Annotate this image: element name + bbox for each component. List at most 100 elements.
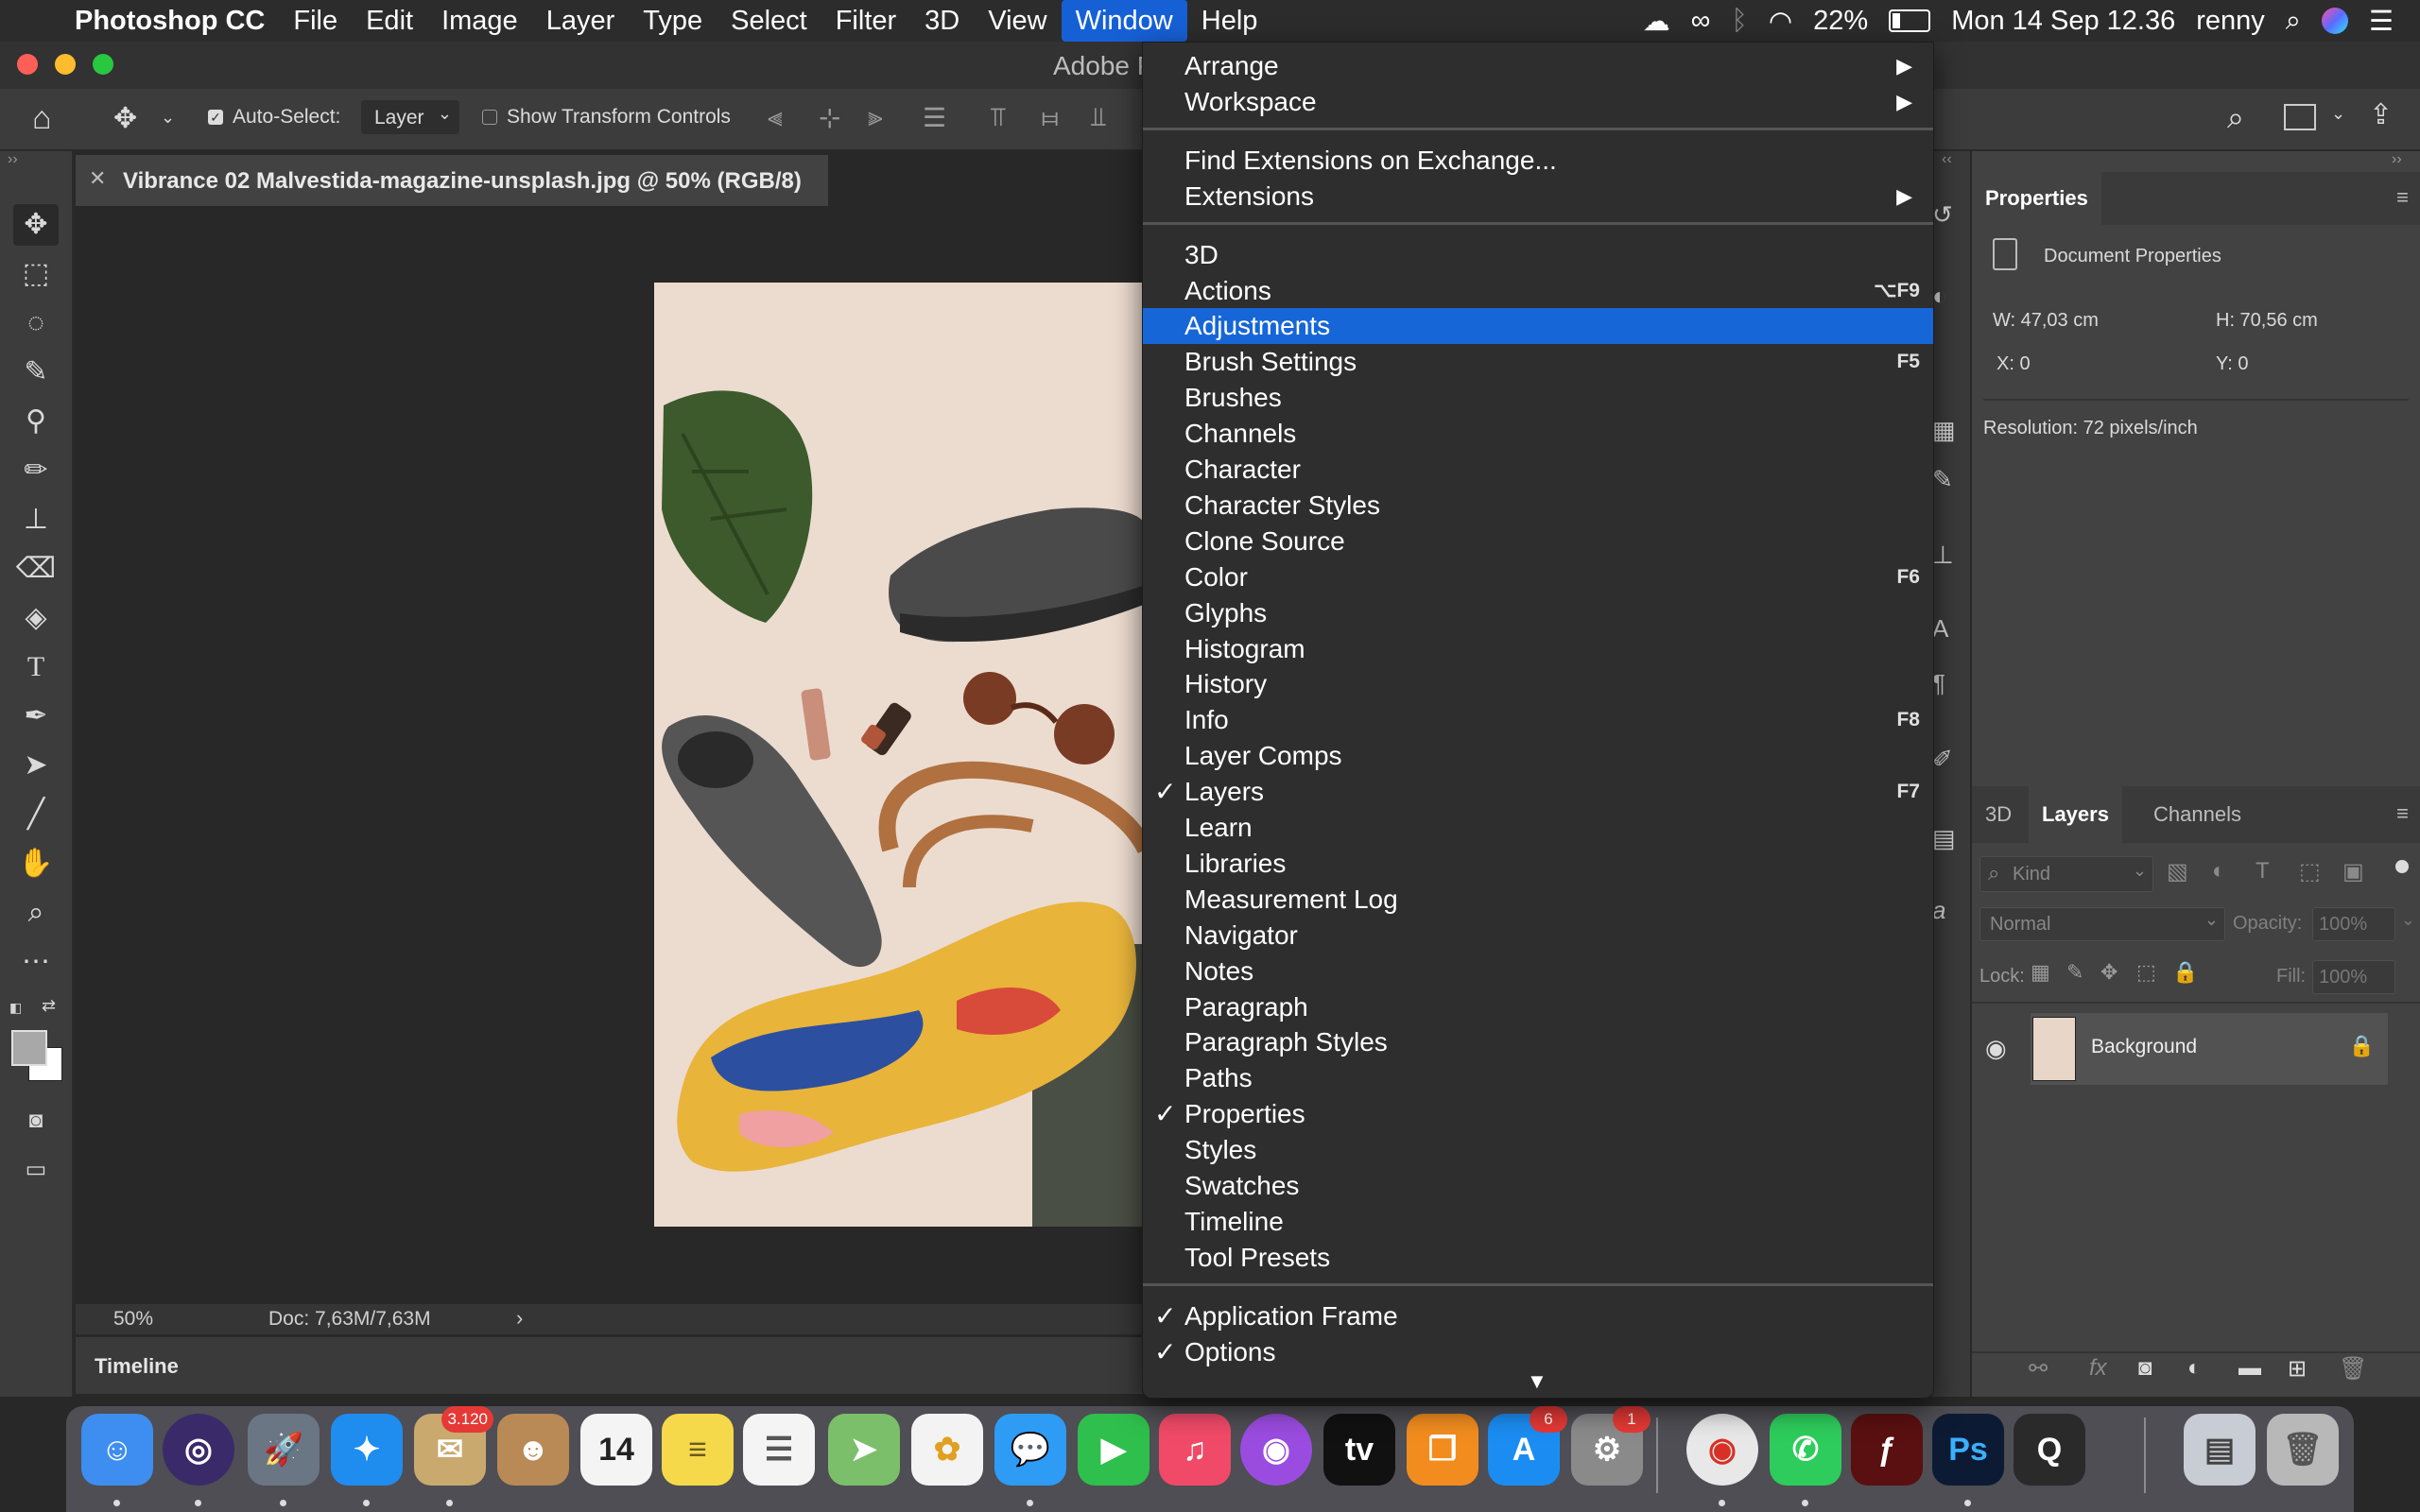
menu-item-arrange[interactable]: Arrange ▶ <box>1143 48 1933 84</box>
align-left-icon[interactable]: ⫷ <box>768 102 783 133</box>
menu-help[interactable]: Help <box>1187 0 1272 42</box>
filter-smart-object-icon[interactable]: ▣ <box>2342 858 2364 885</box>
safari-icon[interactable]: ✦ <box>331 1414 403 1486</box>
siri-icon[interactable] <box>2322 8 2348 34</box>
menu-item-measurement-log[interactable]: Measurement Log <box>1143 882 1933 918</box>
align-right-icon[interactable]: ⫸ <box>868 102 883 133</box>
battery-percent[interactable]: 22% <box>1813 6 1868 37</box>
delete-layer-icon[interactable]: 🗑 <box>2339 1355 2367 1383</box>
tab-3d[interactable]: 3D <box>1972 786 2025 843</box>
menu-view[interactable]: View <box>974 0 1061 42</box>
chevron-right-icon[interactable]: › <box>516 1306 523 1331</box>
trash-icon[interactable]: 🗑 <box>2267 1414 2339 1486</box>
lock-artboard-icon[interactable]: ⬚ <box>2136 960 2156 985</box>
timeline-label[interactable]: Timeline <box>95 1354 179 1379</box>
doc-y-value[interactable]: Y: 0 <box>2216 353 2248 375</box>
photoshop-icon[interactable]: Ps <box>1932 1414 2004 1486</box>
menu-item-notes[interactable]: Notes <box>1143 954 1933 989</box>
menu-item-glyphs[interactable]: Glyphs <box>1143 595 1933 631</box>
launchpad-icon[interactable]: 🚀 <box>248 1414 320 1486</box>
filter-type-icon[interactable]: T <box>2256 858 2270 885</box>
menu-item-learn[interactable]: Learn <box>1143 810 1933 846</box>
align-vertical-center-icon[interactable]: ⧦ <box>1042 102 1058 133</box>
siri-icon[interactable]: ◎ <box>163 1414 234 1486</box>
spotlight-search-icon[interactable]: ⌕ <box>2286 6 2301 37</box>
new-layer-icon[interactable]: ⊞ <box>2288 1355 2307 1383</box>
tab-channels[interactable]: Channels <box>2140 786 2255 843</box>
menu-item-navigator[interactable]: Navigator <box>1143 918 1933 954</box>
facetime-icon[interactable]: ▶ <box>1078 1414 1150 1486</box>
books-icon[interactable]: ❒ <box>1407 1414 1478 1486</box>
eyedropper-tool-icon[interactable]: ⚲ <box>13 401 59 442</box>
photos-icon[interactable]: ✿ <box>911 1414 983 1486</box>
menu-edit[interactable]: Edit <box>352 0 427 42</box>
menu-item-3d[interactable]: 3D <box>1143 237 1933 273</box>
mail-icon[interactable]: ✉ 3.120 <box>414 1406 493 1486</box>
auto-select-checkbox[interactable]: ✓ <box>208 110 223 125</box>
line-tool-icon[interactable]: ╱ <box>13 794 59 835</box>
minimize-window-button[interactable] <box>55 54 76 75</box>
paragraph-panel-icon[interactable]: ¶ <box>1932 669 1945 698</box>
lasso-tool-icon[interactable]: ◌ <box>13 302 59 344</box>
menu-item-application-frame[interactable]: ✓ Application Frame <box>1143 1298 1933 1334</box>
doc-height-value[interactable]: H: 70,56 cm <box>2216 310 2318 332</box>
battery-icon[interactable] <box>1889 9 1931 32</box>
music-icon[interactable]: ♫ <box>1159 1414 1231 1486</box>
menu-item-actions[interactable]: Actions ⌥F9 <box>1143 273 1933 309</box>
brush-tool-icon[interactable]: ✏ <box>13 450 59 491</box>
menu-item-paragraph[interactable]: Paragraph <box>1143 989 1933 1025</box>
quicktime-icon[interactable]: Q <box>2014 1414 2085 1486</box>
clone-stamp-tool-icon[interactable]: ⊥ <box>13 499 59 541</box>
brushes-panel-icon[interactable]: ✎ <box>1932 465 1953 494</box>
menu-select[interactable]: Select <box>717 0 821 42</box>
align-top-icon[interactable]: ⫪ <box>991 102 1006 133</box>
clone-source-panel-icon[interactable]: ⊥ <box>1932 541 1954 570</box>
apple-menu-icon[interactable] <box>0 0 60 42</box>
close-document-icon[interactable]: ✕ <box>89 166 106 191</box>
more-tools-icon[interactable]: ⋯ <box>13 941 59 983</box>
notes-panel-icon[interactable]: ▤ <box>1932 824 1956 853</box>
history-panel-icon[interactable]: ↺ <box>1932 200 1953 230</box>
menu-item-character[interactable]: Character <box>1143 452 1933 488</box>
marquee-tool-icon[interactable]: ⬚ <box>13 253 59 295</box>
pen-tool-icon[interactable]: ✒ <box>13 696 59 737</box>
wifi-icon[interactable]: ◠ <box>1769 5 1792 38</box>
swatches-panel-icon[interactable]: ▦ <box>1932 416 1956 445</box>
hand-tool-icon[interactable]: ✋ <box>13 843 59 885</box>
system-preferences-icon[interactable]: ⚙ 1 <box>1571 1406 1651 1486</box>
layer-row-background[interactable]: ◉ Background 🔒 <box>1985 1013 2388 1085</box>
path-selection-tool-icon[interactable]: ➤ <box>13 745 59 786</box>
lock-transparent-icon[interactable]: ▦ <box>2031 960 2050 985</box>
menu-file[interactable]: File <box>279 0 352 42</box>
notes-icon[interactable]: ≡ <box>662 1414 734 1486</box>
menu-item-histogram[interactable]: Histogram <box>1143 631 1933 667</box>
menu-item-history[interactable]: History <box>1143 666 1933 702</box>
eraser-tool-icon[interactable]: ⌫ <box>13 548 59 590</box>
tab-properties[interactable]: Properties <box>1972 172 2101 225</box>
podcasts-icon[interactable]: ◉ <box>1240 1414 1312 1486</box>
foreground-color-swatch[interactable] <box>11 1030 47 1066</box>
distribute-icon[interactable]: ☰ <box>923 102 946 133</box>
lock-all-icon[interactable]: 🔒 <box>2172 960 2198 985</box>
document-image[interactable] <box>654 283 1146 1227</box>
link-layers-icon[interactable]: ⚯ <box>2029 1355 2048 1383</box>
layer-style-icon[interactable]: fx <box>2089 1355 2107 1382</box>
add-mask-icon[interactable]: ◙ <box>2138 1355 2152 1382</box>
messages-icon[interactable]: 💬 <box>994 1414 1066 1486</box>
clock[interactable]: Mon 14 Sep 12.36 <box>1951 6 2175 37</box>
filter-adjustment-icon[interactable]: ◐ <box>2212 858 2226 885</box>
menu-item-layer-comps[interactable]: Layer Comps <box>1143 738 1933 774</box>
move-tool-icon[interactable]: ✥ <box>113 102 137 135</box>
menu-image[interactable]: Image <box>427 0 532 42</box>
new-group-icon[interactable]: ▬ <box>2238 1355 2261 1382</box>
menu-item-paths[interactable]: Paths <box>1143 1060 1933 1096</box>
apple-tv-icon[interactable]: tv <box>1323 1414 1395 1486</box>
zoom-window-button[interactable] <box>93 54 113 75</box>
menu-item-find-extensions-on-exchange[interactable]: Find Extensions on Exchange... <box>1143 143 1933 179</box>
finder-icon[interactable]: ☺ <box>81 1414 153 1486</box>
paint-bucket-tool-icon[interactable]: ◈ <box>13 597 59 639</box>
doc-x-value[interactable]: X: 0 <box>1996 353 2031 375</box>
search-icon[interactable]: ⌕ <box>2227 100 2244 136</box>
new-adjustment-layer-icon[interactable]: ◐ <box>2187 1355 2202 1382</box>
panel-menu-icon[interactable]: ≡ <box>2396 801 2409 826</box>
